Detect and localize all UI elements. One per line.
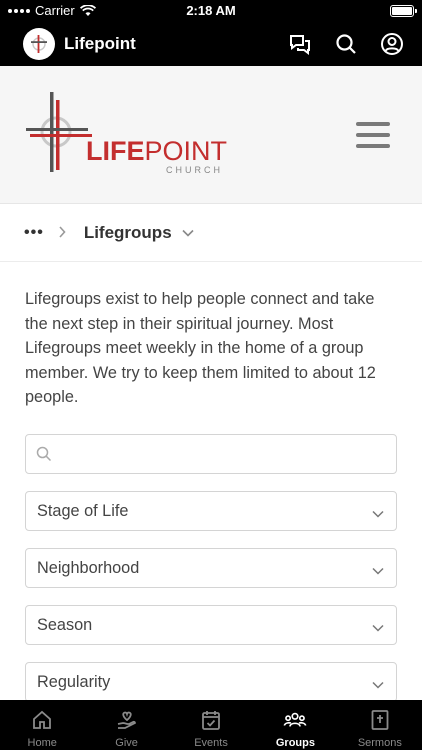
- tab-events[interactable]: Events: [169, 700, 253, 750]
- cross-logo-icon: [31, 35, 47, 53]
- header-actions: [288, 32, 404, 56]
- chevron-down-icon: [372, 619, 384, 637]
- app-logo[interactable]: [23, 28, 55, 60]
- chat-icon[interactable]: [288, 32, 312, 56]
- status-time: 2:18 AM: [186, 3, 236, 18]
- app-header: Lifepoint: [0, 22, 422, 66]
- groups-icon: [283, 708, 307, 732]
- search-icon[interactable]: [334, 32, 358, 56]
- wordmark-life: LIFE: [86, 136, 145, 166]
- filter-regularity[interactable]: Regularity: [25, 661, 397, 702]
- tab-label: Events: [194, 737, 228, 749]
- filter-neighborhood[interactable]: Neighborhood: [25, 547, 397, 588]
- tab-sermons[interactable]: Sermons: [338, 700, 422, 750]
- chevron-right-icon: [58, 225, 66, 241]
- filter-label: Neighborhood: [37, 558, 140, 577]
- filter-label: Season: [37, 615, 93, 634]
- search-input[interactable]: [60, 434, 380, 473]
- filter-label: Stage of Life: [37, 501, 129, 520]
- tab-label: Sermons: [357, 737, 402, 749]
- tab-bar: Home Give Events Groups Sermons: [0, 700, 422, 750]
- filter-stage-of-life[interactable]: Stage of Life: [25, 490, 397, 531]
- filter-season[interactable]: Season: [25, 604, 397, 645]
- chevron-down-icon: [372, 505, 384, 523]
- breadcrumb: ••• Lifegroups: [0, 204, 422, 262]
- breadcrumb-current[interactable]: Lifegroups: [84, 223, 172, 243]
- tab-home[interactable]: Home: [0, 700, 84, 750]
- give-icon: [115, 708, 139, 732]
- search-icon: [36, 446, 52, 467]
- intro-text: Lifegroups exist to help people connect …: [25, 290, 376, 406]
- tab-give[interactable]: Give: [84, 700, 168, 750]
- account-icon[interactable]: [380, 32, 404, 56]
- tab-label: Groups: [275, 737, 315, 749]
- menu-icon[interactable]: [356, 122, 390, 148]
- main-content: Lifegroups exist to help people connect …: [0, 262, 422, 702]
- tab-label: Home: [27, 737, 57, 749]
- church-subtitle: CHURCH: [166, 165, 223, 175]
- tab-groups[interactable]: Groups: [253, 700, 337, 750]
- app-title: Lifepoint: [64, 34, 136, 53]
- church-banner: LIFEPOINT CHURCH: [0, 66, 422, 204]
- battery-icon: [390, 5, 417, 17]
- chevron-down-icon[interactable]: [182, 224, 194, 242]
- breadcrumb-overflow[interactable]: •••: [24, 224, 44, 242]
- chevron-down-icon: [372, 562, 384, 580]
- tab-label: Give: [115, 737, 138, 749]
- status-bar: Carrier 2:18 AM: [0, 0, 422, 22]
- bible-icon: [368, 708, 392, 732]
- church-wordmark: LIFEPOINT: [86, 138, 227, 165]
- chevron-down-icon: [372, 676, 384, 694]
- filter-label: Regularity: [37, 672, 111, 691]
- calendar-icon: [199, 708, 223, 732]
- wordmark-point: POINT: [144, 136, 228, 166]
- church-logo[interactable]: LIFEPOINT CHURCH: [26, 92, 236, 178]
- search-field[interactable]: [25, 433, 397, 474]
- home-icon: [30, 708, 54, 732]
